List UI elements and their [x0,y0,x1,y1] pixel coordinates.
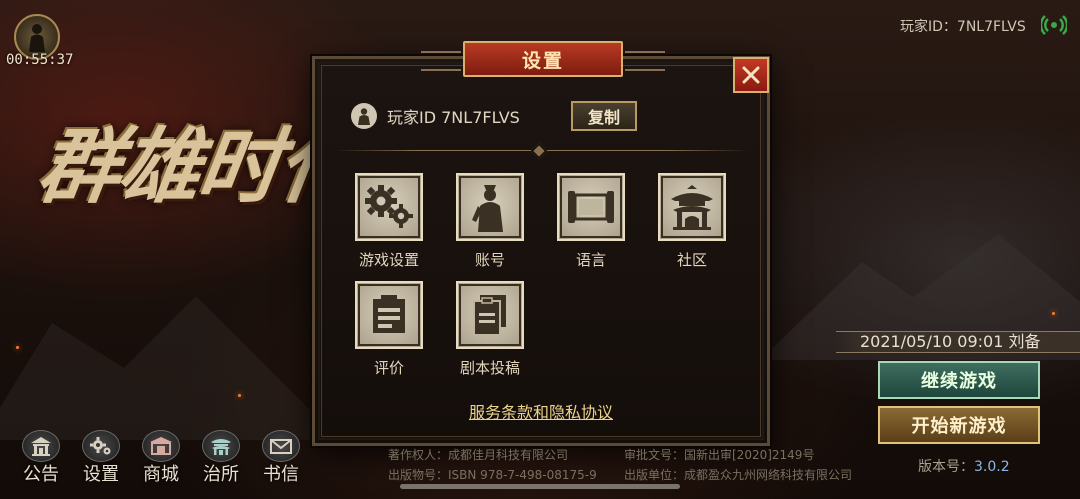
temple-icon [22,430,60,462]
version-number: 3.0.2 [974,459,1010,475]
rating-button[interactable]: 评价 [355,281,423,378]
copyright-publisher: 出版单位：成都盈众九州网络科技有限公司 [624,468,853,482]
nav-government[interactable]: 治所 [196,430,246,486]
nav-government-label: 治所 [203,464,239,485]
nav-settings[interactable]: 设置 [76,430,126,486]
version-info: 版本号：3.0.2 [918,456,1010,476]
section-divider [335,142,749,160]
person-icon [456,173,524,241]
gears-icon [355,173,423,241]
copyright-owner: 著作权人：成都佳月科技有限公司 [388,448,569,462]
player-avatar-icon [351,103,377,129]
nav-shop[interactable]: 商城 [136,430,186,486]
account-button[interactable]: 账号 [456,173,524,270]
continue-game-button[interactable]: 继续游戏 [878,361,1040,399]
language-label: 语言 [575,251,606,269]
new-game-button[interactable]: 开始新游戏 [878,406,1040,444]
script-submission-label: 剧本投稿 [459,359,520,377]
gear-icon [82,430,120,462]
nav-mail[interactable]: 书信 [256,430,306,486]
documents-icon [456,281,524,349]
language-button[interactable]: 语言 [557,173,625,270]
rating-label: 评价 [373,359,404,377]
copyright-approval: 审批文号：国新出审[2020]2149号 [624,448,815,462]
copyright-isbn: 出版物号：ISBN 978-7-498-08175-9 [388,468,597,482]
modal-title: 设置 [521,49,564,72]
envelope-icon [262,430,300,462]
nav-announcement[interactable]: 公告 [16,430,66,486]
home-indicator[interactable] [400,484,680,489]
ember-spark [16,346,19,349]
clipboard-icon [355,281,423,349]
game-settings-label: 游戏设置 [358,251,419,269]
account-label: 账号 [474,251,505,269]
close-button[interactable] [733,57,769,93]
modal-title-banner: 设置 [421,41,665,77]
general-silhouette-icon [29,24,45,52]
palace-icon [202,430,240,462]
copy-button[interactable]: 复制 [571,101,637,131]
close-icon [742,66,760,84]
terms-privacy-link[interactable]: 服务条款和隐私协议 [315,399,767,423]
nav-announcement-label: 公告 [23,464,59,485]
version-label: 版本号： [918,459,974,475]
community-button[interactable]: 社区 [658,173,726,270]
player-id-row: 玩家ID 7NL7FLVS [351,99,520,133]
game-settings-button[interactable]: 游戏设置 [355,173,423,270]
signal-icon [1041,15,1067,35]
nav-mail-label: 书信 [263,464,299,485]
pavilion-icon [658,173,726,241]
scroll-icon [557,173,625,241]
ember-spark [1052,312,1055,315]
script-submission-button[interactable]: 剧本投稿 [456,281,524,378]
top-player-id: 玩家ID：7NL7FLVS [900,19,1026,35]
nav-settings-label: 设置 [83,464,119,485]
ember-spark [238,394,241,397]
session-timer: 00:55:37 [6,52,74,68]
shop-icon [142,430,180,462]
nav-shop-label: 商城 [143,464,179,485]
settings-modal: 设置 玩家ID 7NL7FLVS 复制 游戏设置 账号 语言 社区 评价 剧本投… [312,41,770,446]
last-save-info: 2021/05/10 09:01 刘备 [836,331,1080,353]
community-label: 社区 [676,251,707,269]
mountain-silhouette [0,296,340,440]
player-id-label: 玩家ID 7NL7FLVS [387,108,520,127]
